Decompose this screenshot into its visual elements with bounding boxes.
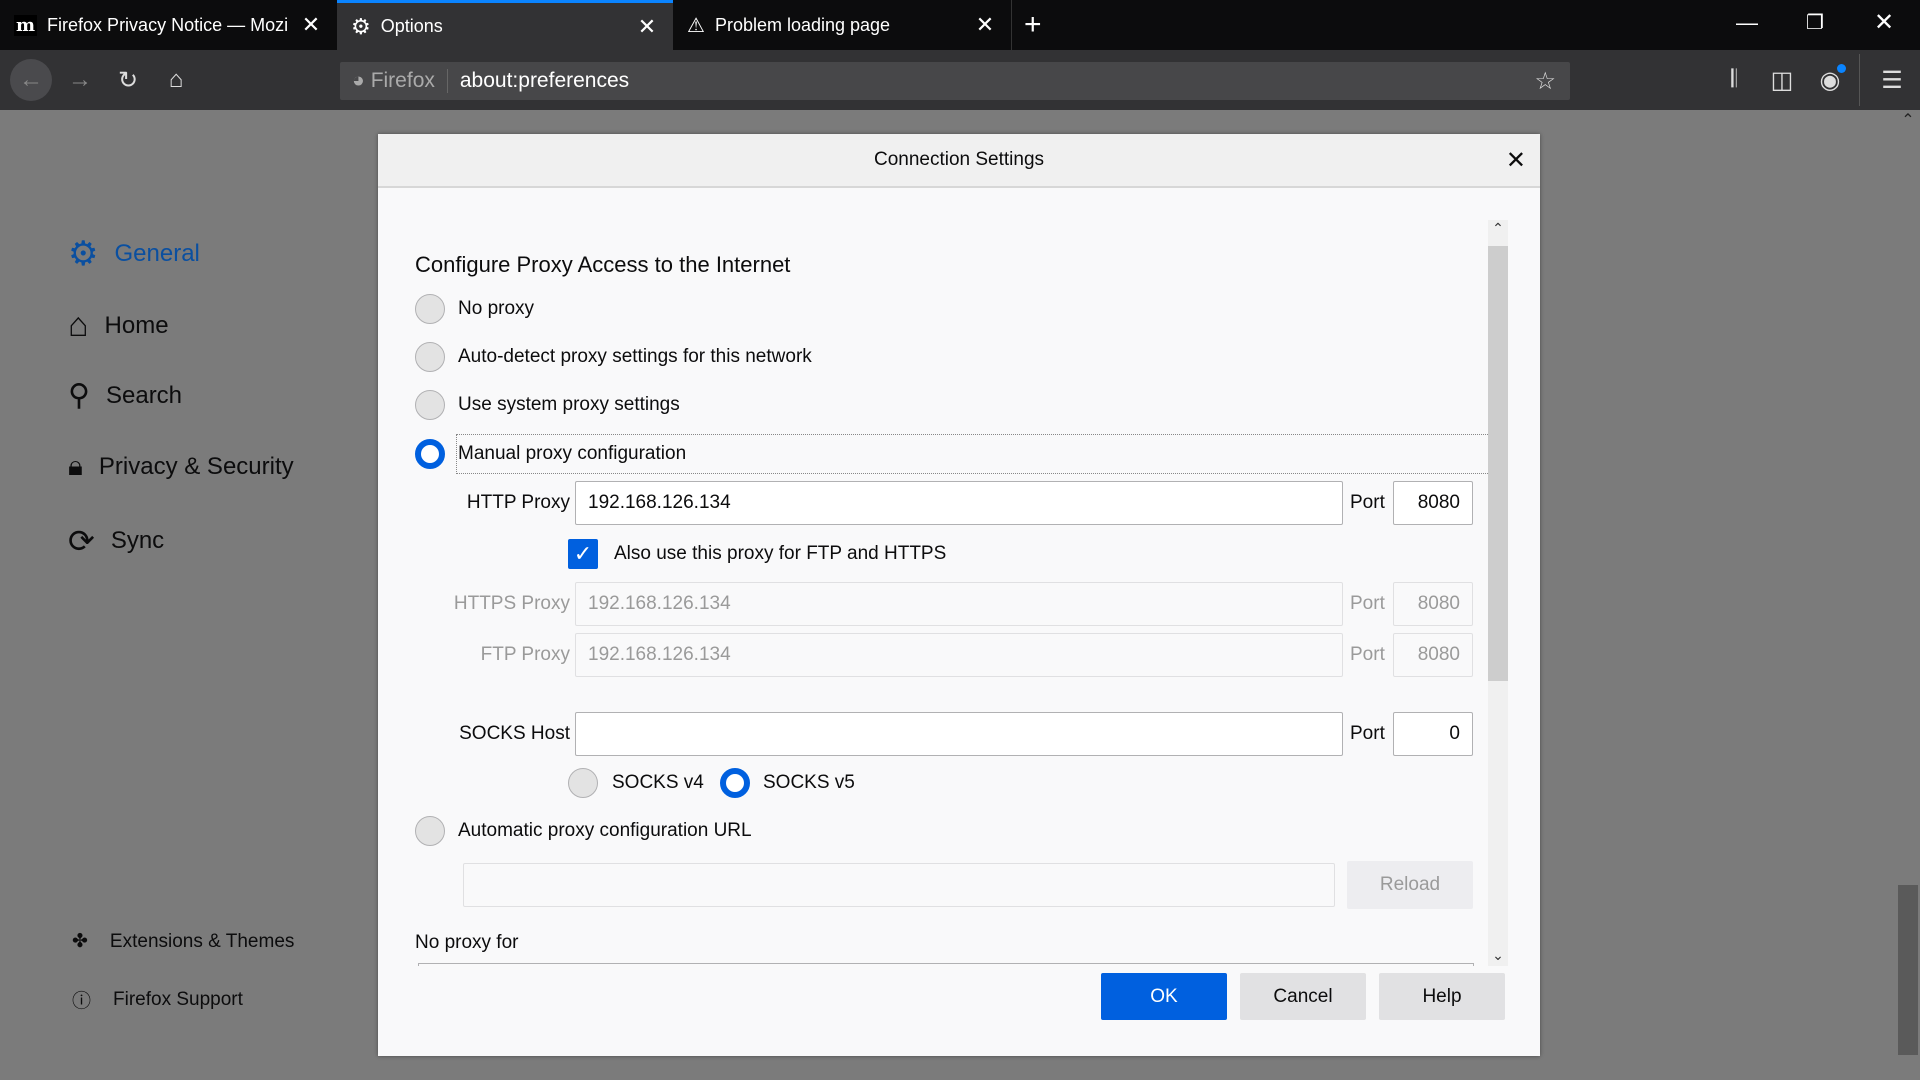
label-auto-detect[interactable]: Auto-detect proxy settings for this netw… [458,346,812,368]
gear-icon: ⚙ [68,235,99,273]
ftp-proxy-label: FTP Proxy [480,644,570,665]
also-use-label[interactable]: Also use this proxy for FTP and HTTPS [614,543,946,565]
puzzle-icon: ✤ [72,931,88,952]
search-icon: ⚲ [68,379,90,412]
tab-title: Firefox Privacy Notice — Mozilla [47,14,289,35]
restore-button[interactable]: ❐ [1806,10,1824,35]
ok-button[interactable]: OK [1101,973,1227,1020]
socks-port-input[interactable]: 0 [1393,712,1473,756]
dialog-scrollbar[interactable]: ⌃ ⌄ [1488,220,1508,966]
sidebar-item-general[interactable]: ⚙ General [68,234,200,274]
menu-icon[interactable]: ☰ [1874,62,1910,98]
home-button[interactable]: ⌂ [158,62,194,98]
sidebar-extensions-themes[interactable]: ✤ Extensions & Themes [72,930,294,953]
also-use-checkbox[interactable]: ✓ [568,539,598,569]
mozilla-logo-icon: m [14,14,38,36]
library-icon[interactable]: 𝄃 [1716,62,1752,98]
scrollbar-thumb[interactable] [1488,246,1508,681]
page-scrollbar[interactable]: ⌃ [1896,110,1920,1080]
http-proxy-input[interactable]: 192.168.126.134 [575,481,1343,525]
http-port-input[interactable]: 8080 [1393,481,1473,525]
close-dialog-button[interactable]: ✕ [1506,146,1526,175]
https-port-input[interactable]: 8080 [1393,582,1473,626]
socks-host-label: SOCKS Host [459,723,570,744]
ftp-port-input[interactable]: 8080 [1393,633,1473,677]
http-port-label: Port [1350,492,1385,513]
close-tab-icon[interactable]: ✕ [973,12,997,38]
account-icon[interactable]: ◉ [1812,62,1848,98]
url-text[interactable]: about:preferences [460,69,1535,93]
tab-privacy-notice[interactable]: m Firefox Privacy Notice — Mozilla ✕ [0,0,337,50]
forward-button[interactable]: → [62,62,98,98]
radio-auto-url[interactable] [415,816,445,846]
connection-settings-dialog: Connection Settings ✕ Configure Proxy Ac… [378,134,1540,1056]
back-button[interactable]: ← [10,59,52,101]
sidebar-item-label: Extensions & Themes [109,930,295,952]
label-manual-proxy[interactable]: Manual proxy configuration [458,443,686,465]
dialog-header: Connection Settings ✕ [378,134,1540,188]
sidebar-item-label: Search [105,381,183,409]
reload-button[interactable]: ↻ [110,62,146,98]
identity-label: Firefox [371,69,448,93]
label-socks-v5[interactable]: SOCKS v5 [763,772,855,794]
http-proxy-label: HTTP Proxy [466,492,570,513]
home-icon: ⌂ [68,306,89,344]
lock-icon: 🔒︎ [68,450,83,481]
sidebar-item-home[interactable]: ⌂ Home [68,306,169,345]
sidebar-item-label: Privacy & Security [98,452,294,480]
sidebar-item-label: Home [104,311,169,339]
minimize-button[interactable]: — [1736,10,1758,36]
help-button[interactable]: Help [1379,973,1505,1020]
https-proxy-label: HTTPS Proxy [453,593,570,614]
radio-socks-v4[interactable] [568,768,598,798]
sidebar-item-sync[interactable]: ⟳ Sync [68,522,164,560]
sidebar-item-label: Sync [110,527,165,554]
label-system-proxy[interactable]: Use system proxy settings [458,394,680,416]
label-no-proxy[interactable]: No proxy [458,298,534,320]
label-auto-url[interactable]: Automatic proxy configuration URL [458,820,752,842]
auto-url-input[interactable] [463,863,1335,907]
sidebar-item-label: Firefox Support [113,988,243,1010]
radio-system-proxy[interactable] [415,390,445,420]
radio-no-proxy[interactable] [415,294,445,324]
section-heading: Configure Proxy Access to the Internet [415,252,791,277]
new-tab-button[interactable]: + [1024,8,1042,42]
sidebar-item-search[interactable]: ⚲ Search [68,378,182,413]
radio-manual-proxy[interactable] [415,439,445,469]
https-port-label: Port [1350,593,1385,614]
sync-icon: ⟳ [68,523,95,559]
label-socks-v4[interactable]: SOCKS v4 [612,772,704,794]
sidebar-item-privacy[interactable]: 🔒︎ Privacy & Security [68,450,294,483]
warning-icon: ⚠ [687,14,705,37]
gear-icon: ⚙ [351,13,371,39]
close-tab-icon[interactable]: ✕ [299,12,323,38]
no-proxy-for-input[interactable] [418,963,1474,966]
ftp-proxy-input[interactable]: 192.168.126.134 [575,633,1343,677]
tab-options[interactable]: ⚙ Options ✕ [337,0,673,50]
tab-title: Problem loading page [714,14,891,35]
sidebar-firefox-support[interactable]: ⓘ Firefox Support [72,986,243,1013]
radio-socks-v5[interactable] [720,768,750,798]
socks-host-input[interactable] [575,712,1343,756]
radio-auto-detect[interactable] [415,342,445,372]
tab-bar: m Firefox Privacy Notice — Mozilla ✕ ⚙ O… [0,0,1920,50]
reload-button[interactable]: Reload [1347,861,1473,909]
bookmark-star-icon[interactable]: ☆ [1534,67,1556,96]
ftp-port-label: Port [1350,644,1385,665]
socks-port-label: Port [1350,723,1385,744]
sidebar-item-label: General [114,240,200,267]
help-circle-icon: ⓘ [72,991,92,1012]
dialog-title: Connection Settings [873,149,1045,170]
nav-toolbar: ← → ↻ ⌂ ◕ Firefox about:preferences ☆ 𝄃 … [0,50,1920,110]
https-proxy-input[interactable]: 192.168.126.134 [575,582,1343,626]
close-window-button[interactable]: ✕ [1874,8,1894,37]
no-proxy-for-label: No proxy for [415,932,519,953]
firefox-identity-icon: ◕ [352,69,365,92]
url-bar[interactable]: ◕ Firefox about:preferences ☆ [340,62,1570,100]
tab-problem-loading[interactable]: ⚠ Problem loading page ✕ [673,0,1012,50]
close-tab-icon[interactable]: ✕ [635,14,659,40]
sidebar-toggle-icon[interactable]: ◫ [1764,62,1800,98]
cancel-button[interactable]: Cancel [1240,973,1366,1020]
tab-title: Options [380,16,443,36]
